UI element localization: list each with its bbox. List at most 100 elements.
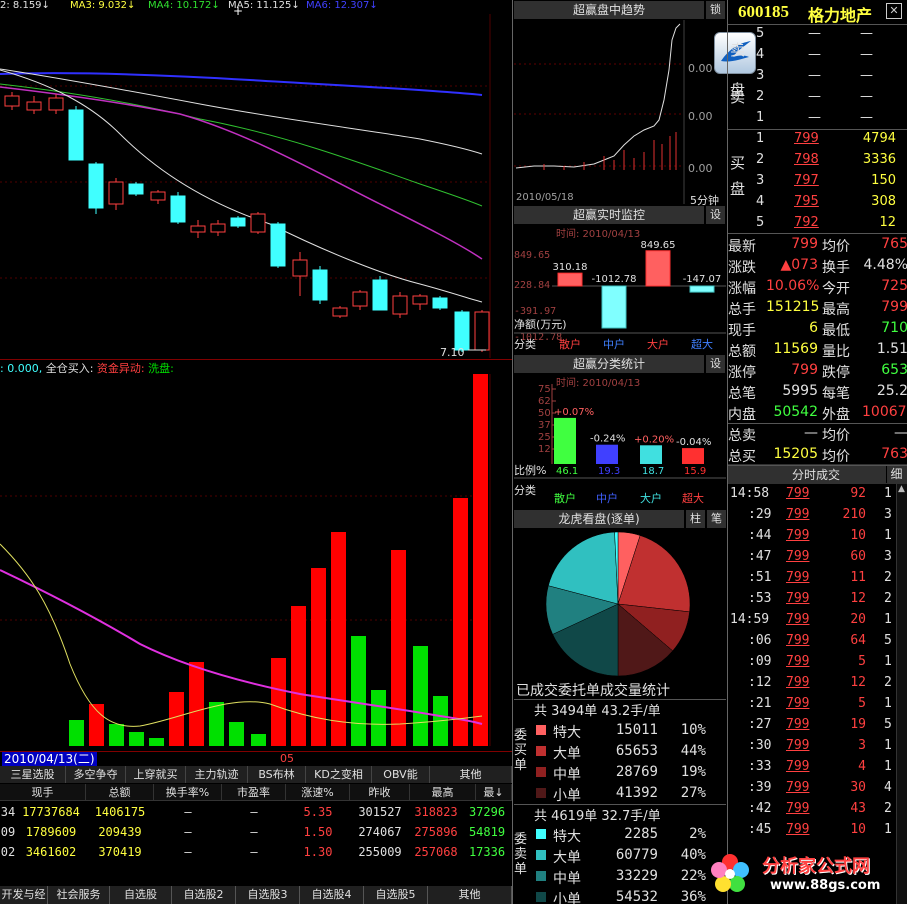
- quote-label: 总额: [728, 344, 756, 360]
- col-turnover[interactable]: 换手率%: [154, 784, 222, 800]
- tick-mode-button[interactable]: 笔: [706, 510, 726, 528]
- tab-main-track[interactable]: 主力轨迹: [186, 766, 248, 783]
- level-price: —: [808, 89, 821, 104]
- tick-row: :06 799 64 5: [728, 631, 907, 652]
- classify-ratio: 46.1: [556, 466, 578, 477]
- tab-long-short[interactable]: 多空争夺: [66, 766, 126, 783]
- tick-time: :39: [748, 780, 772, 795]
- tick-volume: 19: [850, 717, 866, 732]
- tick-count: 2: [884, 675, 892, 690]
- quote-value: 763: [881, 446, 907, 462]
- tab-bs-boll[interactable]: BS布林: [248, 766, 306, 783]
- stock-name: 格力地产: [808, 6, 873, 25]
- tick-count: 2: [884, 801, 892, 816]
- buy-level-row[interactable]: 1 799 4794: [728, 129, 907, 150]
- ticks-detail-button[interactable]: 细: [886, 465, 906, 483]
- order-pie-chart[interactable]: [514, 530, 726, 680]
- close-icon[interactable]: ✕: [886, 3, 902, 19]
- level-price[interactable]: 792: [794, 215, 819, 230]
- col-high[interactable]: 最高: [410, 784, 476, 800]
- sell-level-row[interactable]: 3 — —: [728, 66, 907, 87]
- level-number: 2: [756, 89, 765, 104]
- kline-chart[interactable]: [0, 14, 512, 358]
- classify-y-label: 50: [538, 408, 551, 419]
- monitor-settings-button[interactable]: 设: [705, 206, 725, 224]
- buy-level-row[interactable]: 4 795 308: [728, 192, 907, 213]
- tick-time: :53: [748, 591, 772, 606]
- volume-chart[interactable]: [0, 374, 512, 746]
- buy-level-row[interactable]: 2 798 3336: [728, 150, 907, 171]
- btab-social[interactable]: 社会服务: [48, 886, 110, 904]
- table-row[interactable]: 34 17737684 1406175 — — 5.35 301527 318823 37296: [0, 802, 512, 822]
- table-cell: 1.50: [303, 825, 333, 839]
- classify-y-label: 62: [538, 396, 551, 407]
- sell-level-row[interactable]: 1 — —: [728, 108, 907, 129]
- table-cell: —: [250, 845, 258, 859]
- order-stat-title: 已成交委托单成交量统计: [516, 683, 670, 699]
- level-price[interactable]: 795: [794, 194, 819, 209]
- col-pe[interactable]: 市盈率: [222, 784, 286, 800]
- tick-price: 799: [786, 801, 810, 816]
- monitor-bar-value: -147.07: [683, 274, 722, 285]
- level-price[interactable]: 799: [794, 131, 819, 146]
- col-prev-close[interactable]: 昨收: [350, 784, 410, 800]
- scroll-up-arrow[interactable]: ▲: [898, 484, 905, 494]
- col-low[interactable]: 最↓: [476, 784, 512, 800]
- btab-other[interactable]: 其他: [428, 886, 512, 904]
- table-row[interactable]: 09 1789609 209439 — — 1.50 274067 275896 54819: [0, 822, 512, 842]
- btab-dev[interactable]: 开发与经: [0, 886, 48, 904]
- btab-watch1[interactable]: 自选股: [110, 886, 172, 904]
- col-speed[interactable]: 涨速%: [286, 784, 350, 800]
- table-row[interactable]: 02 3461602 370419 — — 1.30 255009 257068 17336: [0, 842, 512, 862]
- volume-bar: [351, 636, 366, 746]
- level-price[interactable]: 797: [794, 173, 819, 188]
- level-volume: 12: [879, 215, 896, 230]
- tick-count: 1: [884, 696, 892, 711]
- buy-level-row[interactable]: 5 792 12: [728, 213, 907, 234]
- tick-volume: 4: [858, 759, 866, 774]
- quote-row: 总手 151215 最高 799: [728, 297, 907, 318]
- candle-body: [108, 181, 124, 205]
- btab-watch2[interactable]: 自选股2: [172, 886, 236, 904]
- tab-kd[interactable]: KD之变相: [306, 766, 372, 783]
- quote-label: 均价: [822, 239, 850, 255]
- tick-price: 799: [786, 780, 810, 795]
- kline-low-label: 7.10: [440, 346, 465, 359]
- lock-button[interactable]: 锁: [705, 1, 725, 19]
- classify-ratio: 15.9: [684, 466, 706, 477]
- col-vol[interactable]: 现手: [0, 784, 86, 800]
- col-amount[interactable]: 总额: [86, 784, 154, 800]
- vol-ma-purple: [0, 569, 483, 725]
- tick-time: :45: [748, 822, 772, 837]
- quote-label: 总笔: [728, 386, 756, 402]
- tab-other[interactable]: 其他: [430, 766, 512, 783]
- candle-body: [230, 217, 246, 227]
- sell-level-row[interactable]: 4 — —: [728, 45, 907, 66]
- btab-watch3[interactable]: 自选股3: [236, 886, 300, 904]
- level-price[interactable]: 798: [794, 152, 819, 167]
- volume-bar: [69, 720, 84, 746]
- classify-settings-button[interactable]: 设: [705, 355, 725, 373]
- table-cell: 255009: [358, 845, 402, 859]
- quote-row: 涨幅 10.06% 今开 725: [728, 276, 907, 297]
- btab-watch5[interactable]: 自选股5: [364, 886, 428, 904]
- candle-body: [270, 223, 286, 267]
- bar-mode-button[interactable]: 柱: [685, 510, 705, 528]
- watermark-url: www.88gs.com: [770, 878, 881, 893]
- tab-cross-buy[interactable]: 上穿就买: [126, 766, 186, 783]
- tick-count: 4: [884, 780, 892, 795]
- volume-bar: [229, 722, 244, 746]
- sell-level-row[interactable]: 5 — —: [728, 24, 907, 45]
- btab-watch4[interactable]: 自选股4: [300, 886, 364, 904]
- level-volume: —: [860, 89, 873, 104]
- classify-bar: [682, 448, 704, 464]
- tab-three-star[interactable]: 三星选股: [0, 766, 66, 783]
- table-cell: —: [250, 805, 258, 819]
- order-volume: 41392: [615, 785, 658, 801]
- quote-label: 量比: [822, 344, 850, 360]
- buy-level-row[interactable]: 3 797 150: [728, 171, 907, 192]
- ticks-scrollbar[interactable]: ▲: [896, 484, 907, 904]
- sell-level-row[interactable]: 2 — —: [728, 87, 907, 108]
- trend-y3: 0.00: [688, 162, 713, 175]
- tab-obv[interactable]: OBV能: [372, 766, 430, 783]
